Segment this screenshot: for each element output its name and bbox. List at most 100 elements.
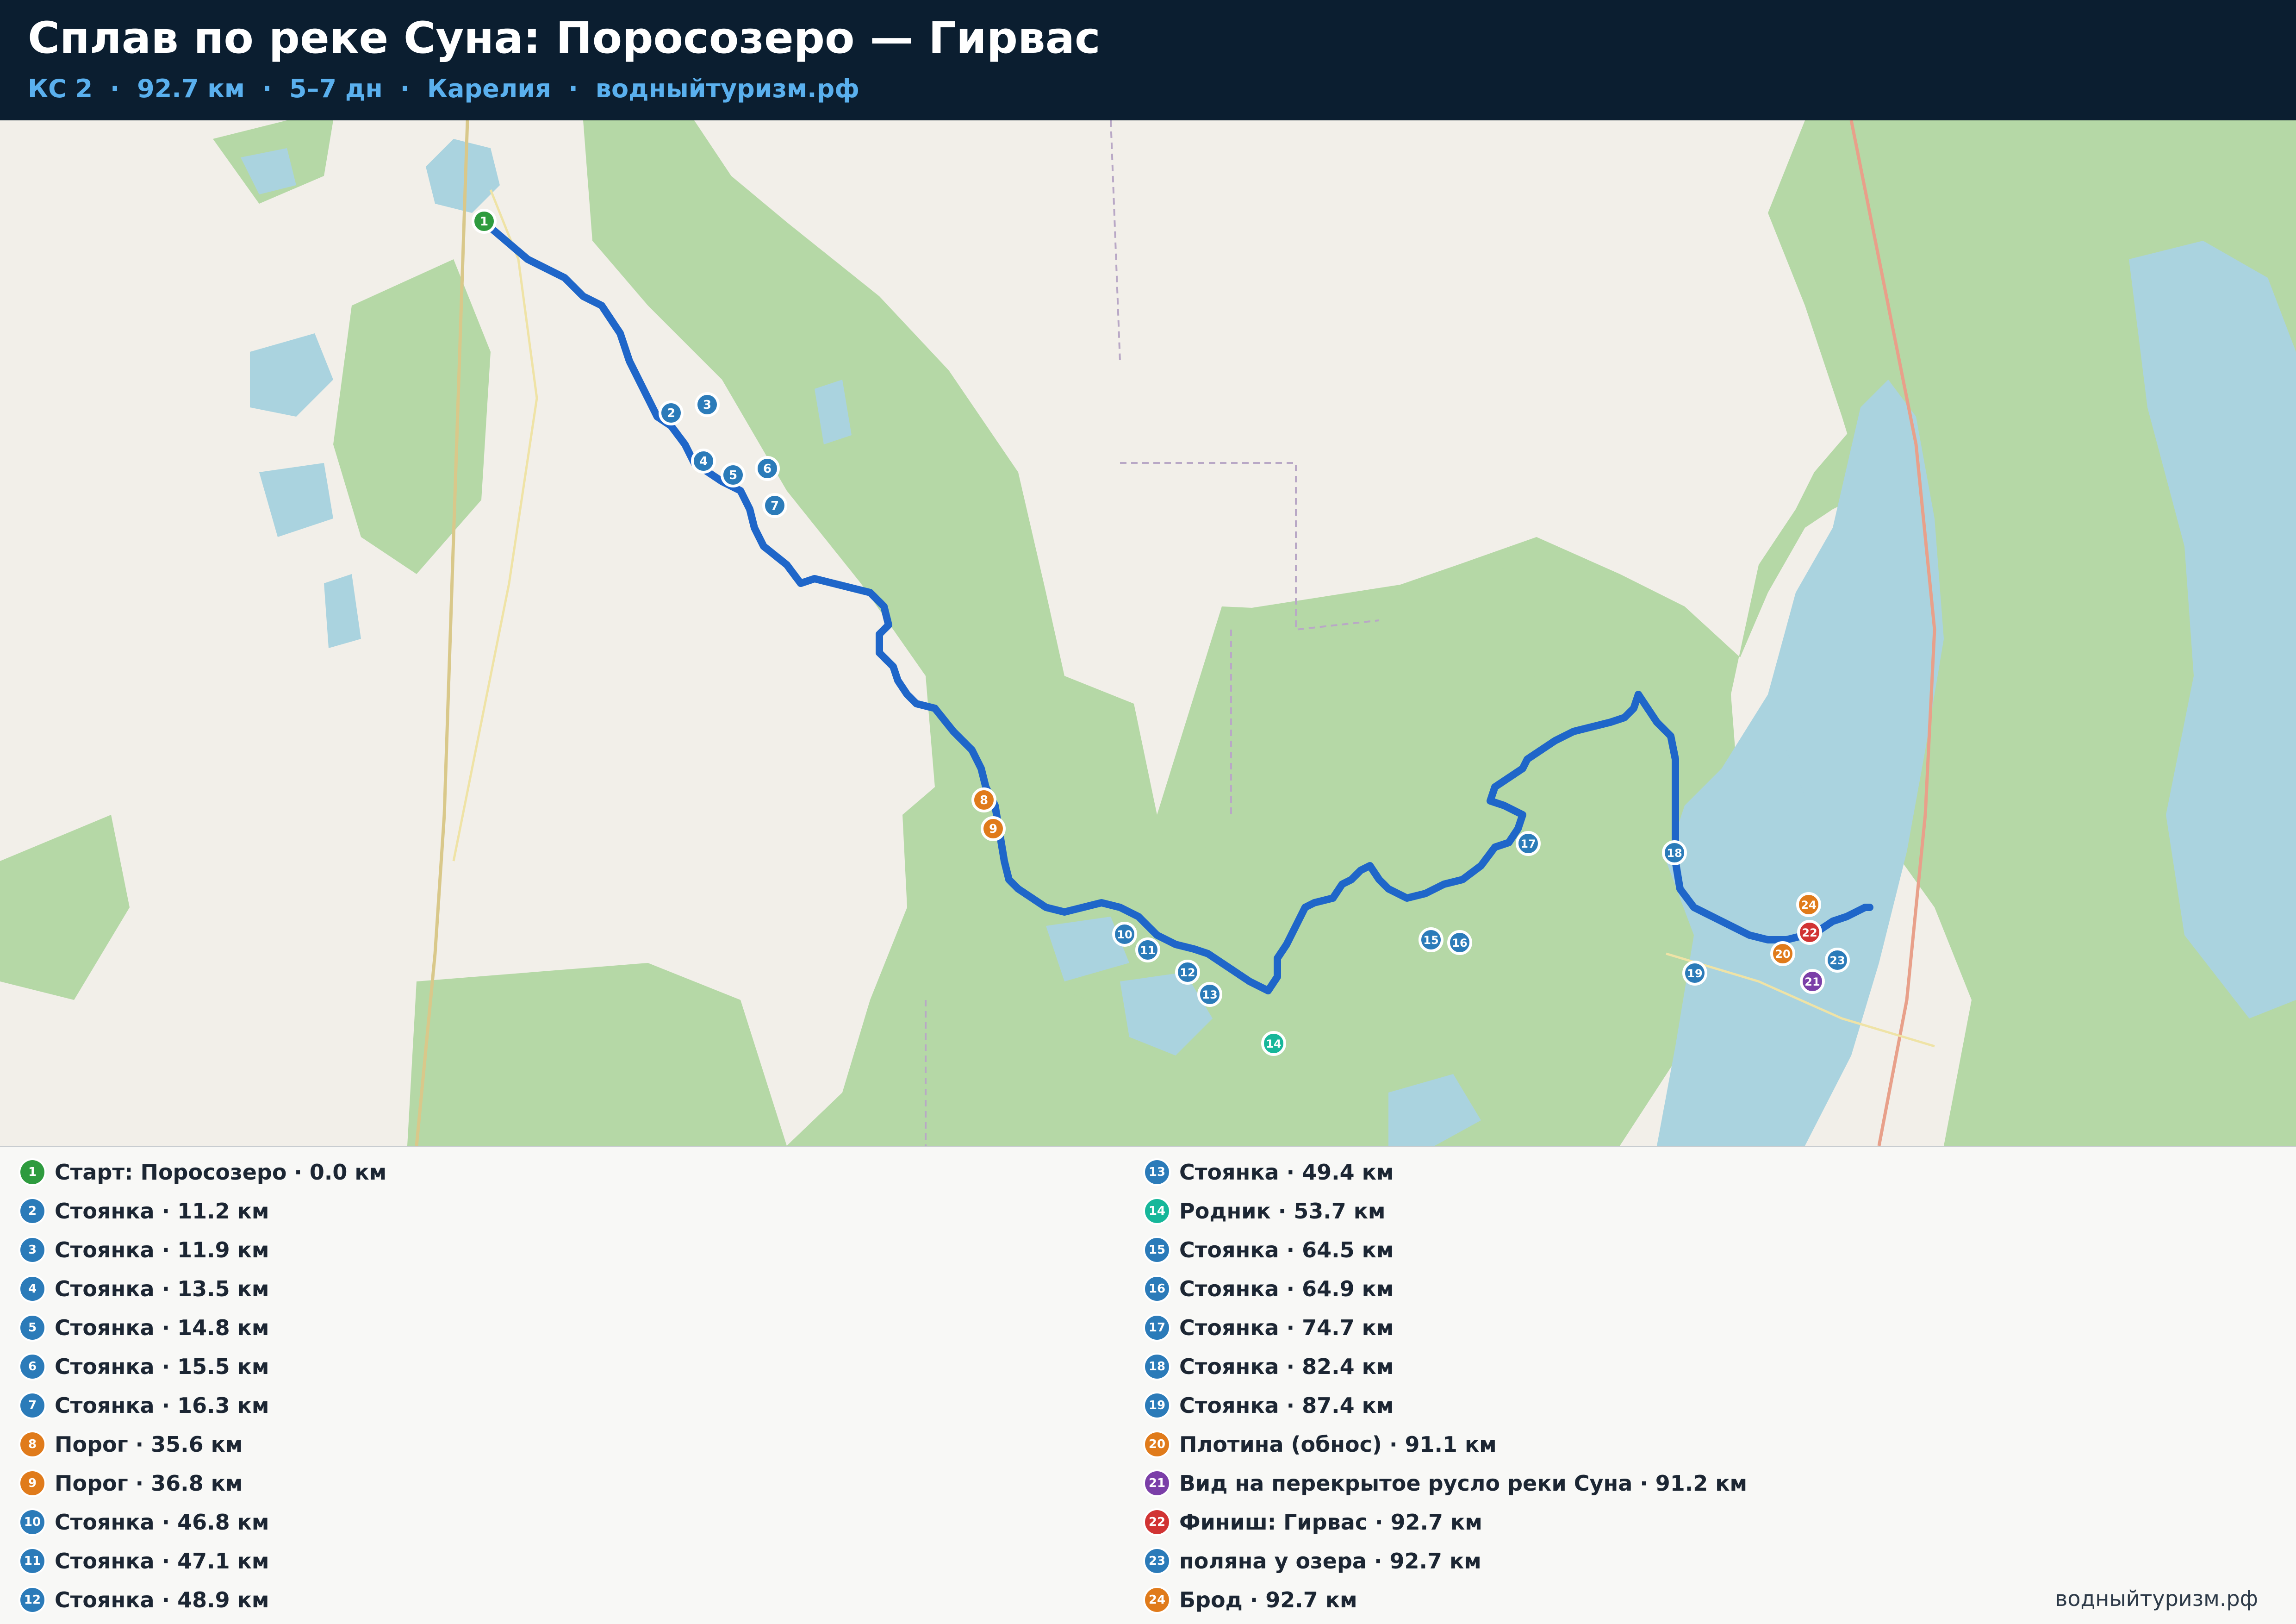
start-marker-icon: 1 [20,1160,44,1184]
marker-number: 9 [989,822,997,836]
legend-label: Стоянка · 46.8 км [55,1510,269,1535]
difficulty-category: КС 2 [28,74,93,103]
legend-label: Стоянка · 49.4 км [1179,1160,1394,1185]
map-marker-10[interactable]: 10 [1112,922,1137,947]
legend-label: Стоянка · 48.9 км [55,1587,269,1612]
map-marker-3[interactable]: 3 [695,392,720,417]
camp-marker-icon: 16 [1145,1277,1169,1301]
map-marker-12[interactable]: 12 [1175,960,1200,985]
camp-marker-icon: 18 [1145,1355,1169,1379]
map-marker-17[interactable]: 17 [1516,831,1541,856]
site-link[interactable]: водныйтуризм.рф [596,74,859,103]
marker-number: 3 [703,398,711,412]
marker-number: 7 [771,499,779,513]
marker-number: 20 [1775,948,1790,961]
marker-number: 12 [1180,966,1195,979]
map-marker-24[interactable]: 24 [1796,892,1821,917]
legend-label: Стоянка · 87.4 км [1179,1393,1394,1418]
camp-marker-icon: 13 [1145,1160,1169,1184]
map-marker-18[interactable]: 18 [1662,840,1687,865]
camp-marker-icon: 17 [1145,1316,1169,1340]
marker-number: 18 [1667,847,1682,860]
map-marker-20[interactable]: 20 [1770,941,1795,966]
camp-marker-icon: 10 [20,1510,44,1534]
separator: · [568,74,579,103]
legend-label: поляна у озера · 92.7 км [1179,1549,1481,1574]
camp-marker-icon: 15 [1145,1238,1169,1262]
map-marker-8[interactable]: 8 [971,787,996,812]
legend-label: Плотина (обнос) · 91.1 км [1179,1432,1497,1457]
marker-number: 6 [763,462,772,476]
map-view[interactable]: 1 2 3 4 5 6 7 8 9 10 11 12 13 14 15 16 17 18 19 20 21 22 23 24 [0,120,2296,1146]
map-marker-19[interactable]: 19 [1682,961,1707,986]
route-region: Карелия [427,74,551,103]
marker-number: 10 [1117,928,1132,941]
rapid-marker-icon: 20 [1145,1432,1169,1456]
camp-marker-icon: 5 [20,1316,44,1340]
camp-marker-icon: 6 [20,1355,44,1379]
marker-number: 17 [1520,837,1536,850]
camp-marker-icon: 2 [20,1199,44,1223]
marker-number: 16 [1452,937,1467,949]
rapid-marker-icon: 24 [1145,1588,1169,1612]
map-marker-5[interactable]: 5 [721,462,746,487]
map-marker-7[interactable]: 7 [762,493,787,518]
route-length: 92.7 км [137,74,245,103]
legend-label: Старт: Поросозеро · 0.0 км [55,1160,387,1185]
rapid-marker-icon: 9 [20,1471,44,1495]
legend-label: Порог · 36.8 км [55,1471,243,1496]
marker-number: 8 [980,793,988,807]
separator: · [262,74,272,103]
legend-label: Стоянка · 82.4 км [1179,1354,1394,1379]
legend-label: Вид на перекрытое русло реки Суна · 91.2… [1179,1471,1748,1496]
map-marker-15[interactable]: 15 [1419,927,1444,952]
legend-label: Брод · 92.7 км [1179,1587,1357,1612]
map-marker-13[interactable]: 13 [1197,982,1222,1007]
map-marker-11[interactable]: 11 [1135,937,1160,962]
marker-number: 5 [729,468,737,482]
footer-site-link[interactable]: водныйтуризм.рф [2055,1586,2258,1611]
camp-marker-icon: 11 [20,1549,44,1573]
map-marker-4[interactable]: 4 [691,449,716,474]
marker-number: 23 [1829,954,1845,967]
route-summary: КС 2 · 92.7 км · 5–7 дн · Карелия · водныйтуризм… [28,74,859,103]
legend-label: Стоянка · 13.5 км [55,1276,269,1301]
legend-label: Стоянка · 15.5 км [55,1354,269,1379]
marker-number: 22 [1802,926,1817,939]
camp-marker-icon: 3 [20,1238,44,1262]
rapid-marker-icon: 8 [20,1432,44,1456]
legend-label: Порог · 35.6 км [55,1432,243,1457]
route-duration: 5–7 дн [289,74,383,103]
map-marker-21[interactable]: 21 [1800,969,1825,994]
separator: · [400,74,410,103]
camp-marker-icon: 7 [20,1393,44,1418]
header: Сплав по реке Суна: Поросозеро — Гирвас … [0,0,2296,120]
map-marker-2[interactable]: 2 [659,400,684,425]
legend-label: Стоянка · 16.3 км [55,1393,269,1418]
legend-label: Родник · 53.7 км [1179,1199,1386,1224]
marker-number: 11 [1140,944,1155,957]
page-title: Сплав по реке Суна: Поросозеро — Гирвас [28,13,1101,63]
camp-marker-icon: 4 [20,1277,44,1301]
marker-number: 21 [1804,975,1820,988]
map-marker-16[interactable]: 16 [1447,930,1472,955]
legend-label: Стоянка · 64.9 км [1179,1276,1394,1301]
map-marker-9[interactable]: 9 [981,816,1006,841]
map-marker-22[interactable]: 22 [1797,920,1822,945]
marker-number: 19 [1687,967,1702,980]
camp-marker-icon: 23 [1145,1549,1169,1573]
legend-label: Стоянка · 11.9 км [55,1237,269,1262]
map-marker-1[interactable]: 1 [472,209,497,234]
marker-number: 24 [1801,899,1816,912]
separator: · [110,74,120,103]
marker-number: 2 [667,406,675,420]
legend-label: Стоянка · 74.7 км [1179,1315,1394,1340]
camp-marker-icon: 19 [1145,1393,1169,1418]
legend-label: Финиш: Гирвас · 92.7 км [1179,1510,1482,1535]
marker-number: 4 [699,455,708,468]
legend-label: Стоянка · 14.8 км [55,1315,269,1340]
map-marker-14[interactable]: 14 [1261,1031,1286,1056]
map-marker-6[interactable]: 6 [755,456,780,481]
map-marker-23[interactable]: 23 [1825,948,1850,973]
camp-marker-icon: 12 [20,1588,44,1612]
